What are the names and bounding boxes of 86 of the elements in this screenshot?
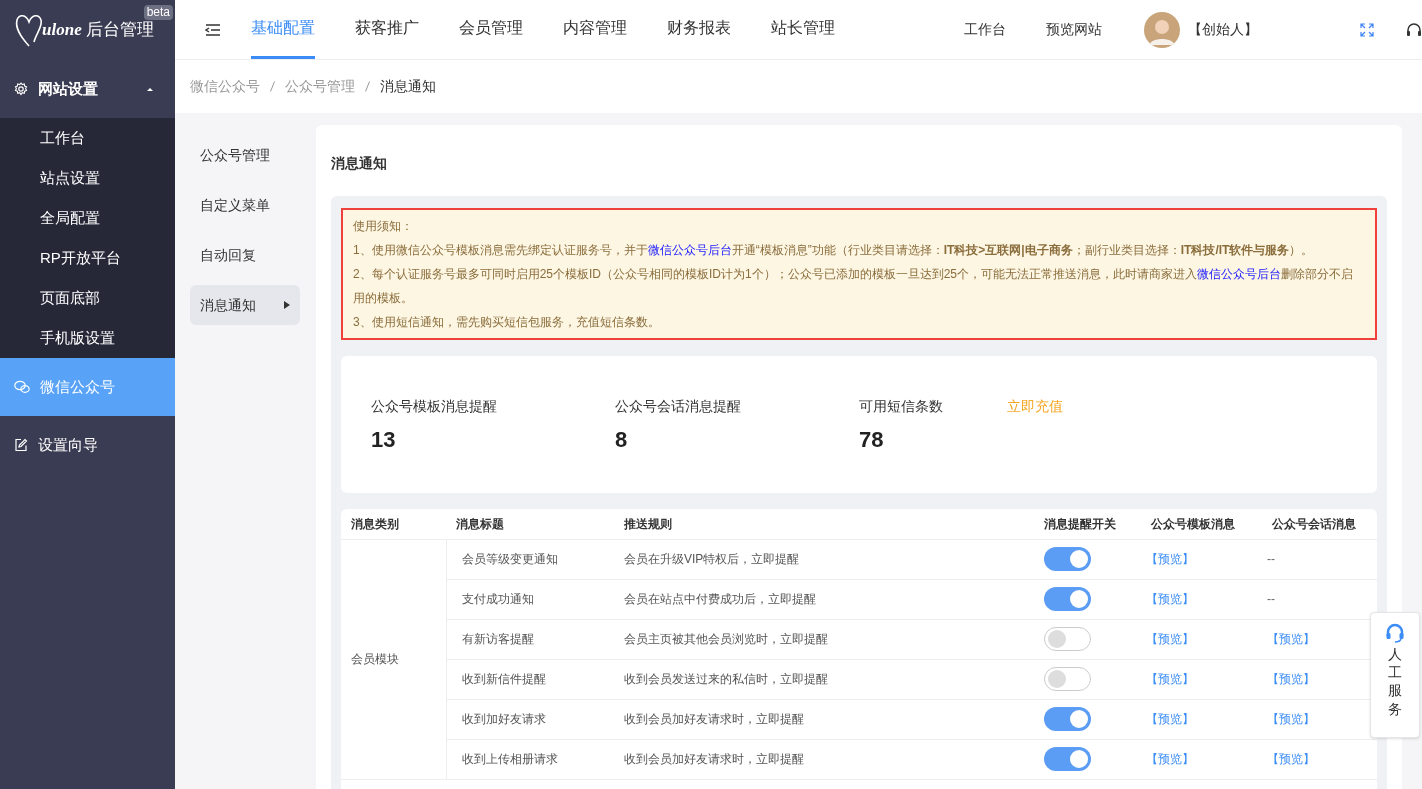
settings-icon xyxy=(14,82,28,96)
fullscreen-icon[interactable] xyxy=(1360,22,1374,37)
column-header: 推送规则 xyxy=(614,509,1034,539)
sidebar-subitem[interactable]: RP开放平台 xyxy=(0,238,175,278)
page-title: 消息通知 xyxy=(331,154,388,173)
nav-tab[interactable]: 获客推广 xyxy=(355,0,419,59)
menu-icon[interactable] xyxy=(205,22,221,37)
toggle-switch[interactable] xyxy=(1044,547,1091,571)
headset-icon xyxy=(1385,623,1405,643)
table-cell: 支付成功通知 xyxy=(446,579,614,619)
header-link[interactable]: 工作台 xyxy=(964,19,1006,40)
caret-icon xyxy=(284,301,290,309)
preview-link[interactable]: 【预览】 xyxy=(1146,552,1194,566)
toggle-switch[interactable] xyxy=(1044,627,1091,651)
preview-link[interactable]: 【预览】 xyxy=(1146,592,1194,606)
notice-paragraph: 2、每个认证服务号最多可同时启用25个模板ID（公众号相同的模板ID计为1个）；公众号已添加的模板一旦达到25个，可能无法正常推送消息，此时请商家进入微信公众号后台删除部分不启用的模板。 xyxy=(353,266,1355,307)
column-header: 消息标题 xyxy=(446,509,614,539)
preview-link[interactable]: 【预览】 xyxy=(1146,752,1194,766)
table-cell: 收到上传相册请求 xyxy=(446,739,614,779)
column-header: 公众号会话消息 xyxy=(1262,509,1377,539)
notice-paragraph: 1、使用微信公众号模板消息需先绑定认证服务号，并于微信公众号后台开通“模板消息”功能（行业类目请选择：IT科技>互联网|电子商务；副行业类目选择：IT科技/IT软件与服务）。 xyxy=(353,242,1315,259)
stat-label: 公众号模板消息提醒 xyxy=(371,397,497,416)
preview-link[interactable]: 【预览】 xyxy=(1267,672,1315,686)
breadcrumb-current: 消息通知 xyxy=(380,77,436,96)
sidebar-subitem[interactable]: 工作台 xyxy=(0,118,175,158)
sidebar-item[interactable]: 网站设置 xyxy=(0,60,175,118)
nav-tab[interactable]: 站长管理 xyxy=(771,0,835,59)
sidebar-subitem[interactable]: 站点设置 xyxy=(0,158,175,198)
submenu-item[interactable]: 自定义菜单 xyxy=(190,185,300,225)
stat-label: 可用短信条数 xyxy=(859,397,943,416)
notice-link[interactable]: 微信公众号后台 xyxy=(1197,267,1282,281)
brand-logo: ulone xyxy=(42,19,82,42)
empty-value: -- xyxy=(1267,592,1275,606)
notice-link[interactable]: 微信公众号后台 xyxy=(647,243,732,257)
chat-bubbles-icon xyxy=(14,380,30,394)
preview-link[interactable]: 【预览】 xyxy=(1146,632,1194,646)
beta-badge: beta xyxy=(143,5,173,20)
table-cell: 收到会员加好友请求时，立即提醒 xyxy=(614,739,1034,779)
notice-heading: 使用须知： xyxy=(353,218,414,235)
toggle-switch[interactable] xyxy=(1044,587,1091,611)
table-cell: 会员在站点中付费成功后，立即提醒 xyxy=(614,579,1034,619)
headset-icon[interactable] xyxy=(1406,21,1422,38)
table-cell: 收到会员加好友请求时，立即提醒 xyxy=(614,699,1034,739)
table-cell: 收到新信件提醒 xyxy=(446,659,614,699)
nav-tab[interactable]: 财务报表 xyxy=(667,0,731,59)
empty-value: -- xyxy=(1267,552,1275,566)
user-name[interactable]: 【创始人】 xyxy=(1188,19,1338,40)
edit-icon xyxy=(14,438,28,452)
sidebar-subitem[interactable]: 全局配置 xyxy=(0,198,175,238)
submenu-item[interactable]: 消息通知 xyxy=(190,285,300,325)
service-widget[interactable]: 人工服务 xyxy=(1370,612,1420,738)
preview-link[interactable]: 【预览】 xyxy=(1267,712,1315,726)
submenu-item[interactable]: 自动回复 xyxy=(190,235,300,275)
table-cell: 有新访客提醒 xyxy=(446,619,614,659)
sidebar-item[interactable]: 设置向导 xyxy=(0,416,175,474)
brand-title: 后台管理 xyxy=(85,19,154,42)
table-cell: 会员在升级VIP特权后，立即提醒 xyxy=(614,539,1034,579)
table-cell: 会员等级变更通知 xyxy=(446,539,614,579)
column-header: 公众号模板消息 xyxy=(1141,509,1262,539)
sidebar-subitem[interactable]: 页面底部 xyxy=(0,278,175,318)
table-cell: 收到会员发送过来的私信时，立即提醒 xyxy=(614,659,1034,699)
nav-tab[interactable]: 会员管理 xyxy=(459,0,523,59)
notice-paragraph: 3、使用短信通知，需先购买短信包服务，充值短信条数。 xyxy=(353,314,661,331)
stat-value: 8 xyxy=(615,426,628,454)
table-cell: 收到加好友请求 xyxy=(446,699,614,739)
nav-tab[interactable]: 内容管理 xyxy=(563,0,627,59)
submenu-item[interactable]: 公众号管理 xyxy=(190,135,300,175)
slash-separator-icon xyxy=(365,81,370,92)
preview-link[interactable]: 【预览】 xyxy=(1267,632,1315,646)
stat-value: 13 xyxy=(371,426,396,454)
toggle-switch[interactable] xyxy=(1044,667,1091,691)
header-link[interactable]: 预览网站 xyxy=(1046,19,1102,40)
sidebar-subitem[interactable]: 手机版设置 xyxy=(0,318,175,358)
slash-separator-icon xyxy=(270,81,275,92)
avatar[interactable] xyxy=(1144,11,1180,48)
preview-link[interactable]: 【预览】 xyxy=(1146,672,1194,686)
preview-link[interactable]: 【预览】 xyxy=(1267,752,1315,766)
toggle-switch[interactable] xyxy=(1044,747,1091,771)
column-header: 消息提醒开关 xyxy=(1034,509,1141,539)
stat-value: 78 xyxy=(859,426,884,454)
stat-label: 公众号会话消息提醒 xyxy=(615,397,741,416)
toggle-switch[interactable] xyxy=(1044,707,1091,731)
column-header: 消息类别 xyxy=(341,509,446,539)
preview-link[interactable]: 【预览】 xyxy=(1146,712,1194,726)
table-cell: 会员主页被其他会员浏览时，立即提醒 xyxy=(614,619,1034,659)
category-cell: 会员模块 xyxy=(341,539,446,779)
